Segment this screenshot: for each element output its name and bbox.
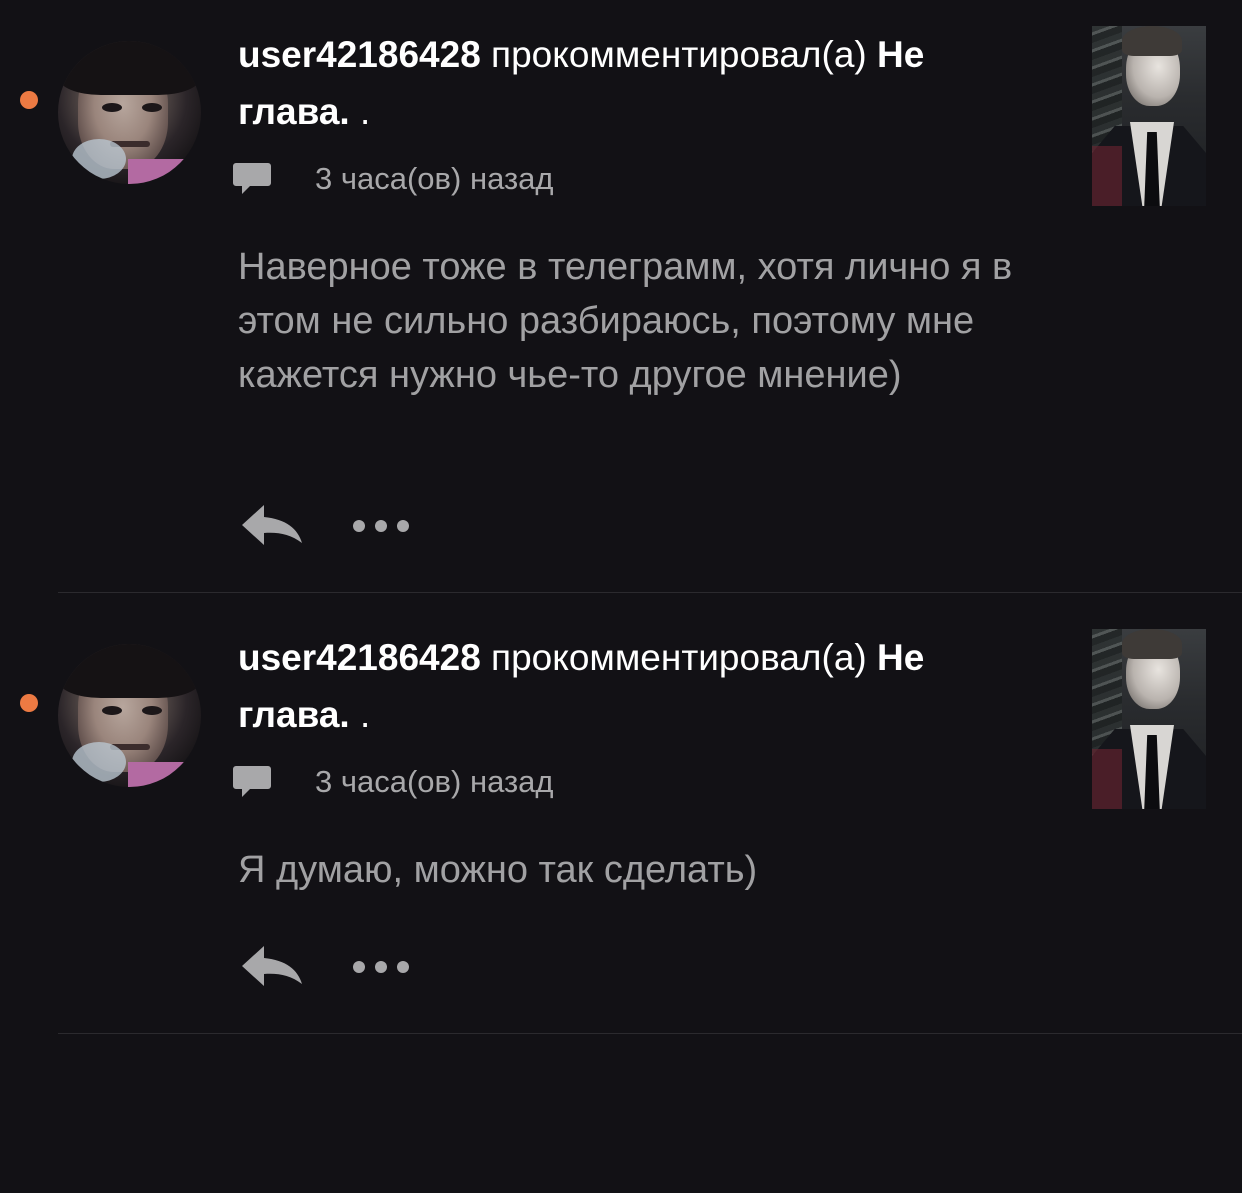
comment-bubble-icon [233,766,271,797]
reply-arrow-icon[interactable] [240,944,304,990]
avatar[interactable] [58,644,201,787]
username-link[interactable]: user42186428 [238,34,481,75]
more-options-icon[interactable] [352,960,410,974]
notification-meta: 3 часа(ов) назад [232,159,554,199]
notification-item[interactable]: user42186428 прокомментировал(а) Не глав… [0,603,1242,1193]
title-suffix: . [349,694,371,735]
comment-bubble-icon [233,163,271,194]
title-suffix: . [349,91,371,132]
story-cover-thumbnail[interactable] [1092,629,1206,809]
notification-meta: 3 часа(ов) назад [232,762,554,802]
comment-text: Наверное тоже в телеграмм, хотя лично я … [238,246,1013,396]
notification-item[interactable]: user42186428 прокомментировал(а) Не глав… [0,0,1242,590]
avatar[interactable] [58,41,201,184]
action-text: прокомментировал(а) [480,34,877,75]
notification-title: user42186428 прокомментировал(а) Не глав… [238,26,1038,140]
unread-dot [20,694,38,712]
action-text: прокомментировал(а) [480,637,877,678]
action-bar [240,942,410,992]
reply-arrow-icon[interactable] [240,503,304,549]
unread-dot [20,91,38,109]
timestamp: 3 часа(ов) назад [315,161,554,196]
timestamp: 3 часа(ов) назад [315,764,554,799]
divider [58,1033,1242,1034]
divider [58,592,1242,593]
more-options-icon[interactable] [352,519,410,533]
comment-text: Я думаю, можно так сделать) [238,849,758,891]
username-link[interactable]: user42186428 [238,637,481,678]
action-bar [240,501,410,551]
notification-title: user42186428 прокомментировал(а) Не глав… [238,629,1038,743]
story-cover-thumbnail[interactable] [1092,26,1206,206]
